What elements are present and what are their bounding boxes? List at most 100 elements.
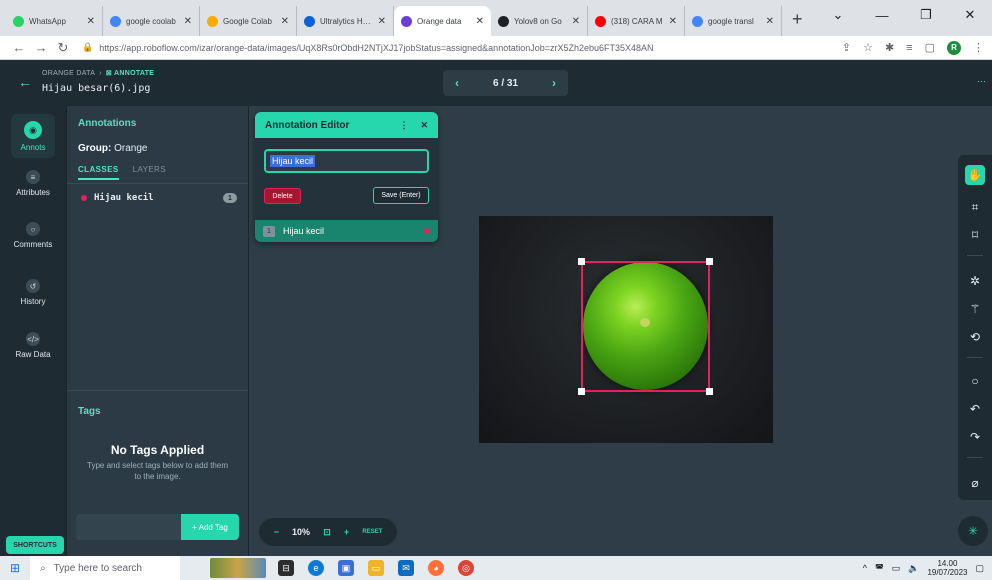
close-window-button[interactable]: ✕ [948,7,992,23]
close-icon[interactable]: ✕ [420,120,428,131]
volume-icon[interactable]: 🔈 [908,563,919,574]
zoom-out-button[interactable]: − [274,527,279,537]
more-icon[interactable]: ⋯ [977,76,986,87]
extensions-icon[interactable]: ✱ [885,41,894,54]
tab-close-icon[interactable]: ✕ [378,16,386,27]
mail-icon[interactable]: ✉ [398,560,414,576]
rail-attributes[interactable]: ≡ Attributes [0,170,66,197]
tab-close-icon[interactable]: ✕ [281,16,289,27]
file-explorer-icon[interactable]: ▭ [368,560,384,576]
class-option[interactable]: 1 Hijau kecil [255,220,438,242]
browser-tab[interactable]: google transl ✕ [685,6,782,36]
comment-tool-icon[interactable]: ○ [965,371,985,391]
restore-button[interactable]: ❐ [904,7,948,23]
tab-label: WhatsApp [29,16,66,26]
repeat-previous-icon[interactable]: ⟲ [965,327,985,347]
back-arrow-icon[interactable]: ← [18,74,32,90]
network-icon[interactable]: ◚ [875,563,884,574]
null-annotation-icon[interactable]: ⌀ [965,473,985,493]
clock-time: 14.00 [937,559,958,568]
redo-icon[interactable]: ↷ [965,427,985,447]
rail-attributes-label: Attributes [16,188,50,197]
tab-favicon-icon [207,15,218,27]
tab-layers[interactable]: LAYERS [133,165,166,180]
weather-widget[interactable] [210,558,266,578]
bounding-box-tool-icon[interactable]: ⌗ [965,197,985,217]
battery-icon[interactable]: ▭ [892,563,901,574]
menu-icon[interactable]: ⋮ [973,41,984,54]
panel-title: Annotations [78,118,137,129]
bbox-handle-bottom-left[interactable] [578,388,585,395]
browser-tab[interactable]: Google Colab ✕ [200,6,297,36]
smart-polygon-icon[interactable]: ✲ [965,271,985,291]
browser-tab[interactable]: google coolab ✕ [103,6,200,36]
share-icon[interactable]: ⇪ [842,41,851,54]
sidepanel-icon[interactable]: ▢ [925,41,935,54]
browser-tab[interactable]: Orange data ✕ [394,6,491,36]
bbox-handle-bottom-right[interactable] [706,388,713,395]
rail-history[interactable]: ↺ History [0,279,66,306]
chevron-down-icon[interactable]: ⌄ [816,7,860,23]
add-tag-button[interactable]: + Add Tag [181,514,239,540]
tab-close-icon[interactable]: ✕ [572,16,580,27]
firefox-icon[interactable]: ◕ [428,560,444,576]
divider [967,255,983,256]
windows-start-icon[interactable]: ⊞ [0,561,30,575]
tab-close-icon[interactable]: ✕ [669,16,677,27]
tab-close-icon[interactable]: ✕ [184,16,192,27]
browser-tab[interactable]: WhatsApp ✕ [6,6,103,36]
chrome-icon[interactable]: ◎ [458,560,474,576]
class-row[interactable]: Hijau kecil 1 [81,193,237,203]
undo-icon[interactable]: ↶ [965,399,985,419]
store-icon[interactable]: ▣ [338,560,354,576]
star-icon[interactable]: ☆ [863,41,873,54]
prev-image-button[interactable]: ‹ [455,76,459,90]
browser-tab[interactable]: Yolov8 on Go ✕ [491,6,588,36]
tray-chevron-icon[interactable]: ^ [863,563,867,573]
tab-classes[interactable]: CLASSES [78,165,119,180]
profile-avatar[interactable]: R [947,40,961,55]
bbox-handle-top-left[interactable] [578,258,585,265]
pan-hand-icon[interactable]: ✋ [965,165,985,185]
tab-favicon-icon [110,15,121,27]
bounding-box[interactable] [581,261,710,392]
reading-list-icon[interactable]: ≡ [906,42,912,54]
back-icon[interactable]: ← [8,40,30,55]
tab-label: (318) CARA M [611,16,663,26]
edge-icon[interactable]: e [308,560,324,576]
task-view-icon[interactable]: ⊟ [278,560,294,576]
notifications-icon[interactable]: ▢ [975,563,984,574]
rail-comments[interactable]: ○ Comments [0,222,66,249]
magic-wand-icon[interactable]: ⚚ [965,299,985,319]
help-button[interactable]: ✳ [958,516,988,546]
url-field[interactable]: 🔒 https://app.roboflow.com/izar/orange-d… [82,38,842,58]
tag-input[interactable] [76,514,181,540]
tab-close-icon[interactable]: ✕ [766,16,774,27]
minimize-button[interactable]: — [860,8,904,23]
new-tab-button[interactable]: + [782,9,813,36]
forward-icon[interactable]: → [30,40,52,55]
zoom-in-button[interactable]: + [344,527,349,537]
editor-menu-icon[interactable]: ⋮ [399,120,408,131]
next-image-button[interactable]: › [552,76,556,90]
breadcrumb-root[interactable]: ORANGE DATA [42,70,95,77]
class-name-input-value: Hijau kecil [270,155,316,167]
save-button[interactable]: Save (Enter) [373,187,429,204]
zoom-lock-icon[interactable]: ⊡ [323,527,331,538]
delete-button[interactable]: Delete [264,188,301,204]
polygon-tool-icon[interactable]: ⌑ [965,225,985,245]
browser-tab[interactable]: Ultralytics HUB ✕ [297,6,394,36]
comments-icon: ○ [26,222,40,236]
tab-close-icon[interactable]: ✕ [87,16,95,27]
class-name-input[interactable]: Hijau kecil [264,149,429,173]
rail-raw-data[interactable]: </> Raw Data [0,332,66,359]
bbox-handle-top-right[interactable] [706,258,713,265]
rail-annots[interactable]: ◉ Annots [11,114,55,158]
taskbar-search[interactable]: ⌕ Type here to search [30,556,180,580]
reload-icon[interactable]: ↻ [52,40,74,56]
reset-zoom-button[interactable]: RESET [362,529,382,535]
clock[interactable]: 14.00 19/07/2023 [927,559,967,577]
browser-tab[interactable]: (318) CARA M ✕ [588,6,685,36]
tab-close-icon[interactable]: ✕ [476,16,484,27]
shortcuts-button[interactable]: SHORTCUTS [6,536,64,554]
